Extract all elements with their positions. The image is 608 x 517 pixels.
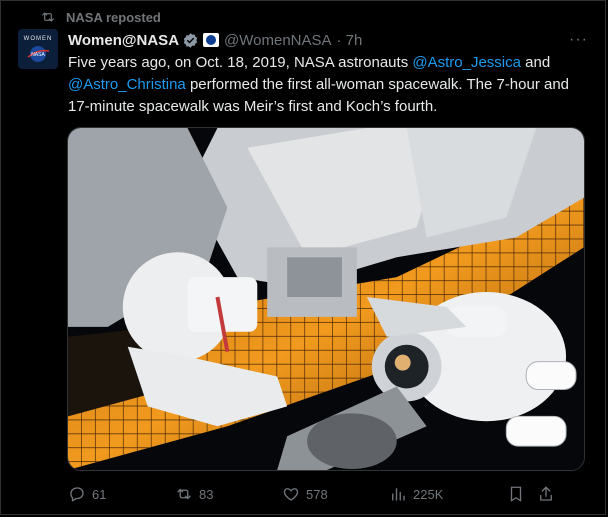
action-bar: 61 83 578 225K — [68, 482, 588, 506]
verified-badge-icon — [183, 32, 198, 48]
author-name[interactable]: Women@NASA — [68, 32, 179, 49]
repost-count: 83 — [199, 486, 214, 502]
spacewalk-photo — [68, 128, 584, 470]
share-button[interactable] — [537, 485, 557, 503]
reply-count: 61 — [92, 486, 107, 502]
like-button[interactable]: 578 — [282, 485, 389, 503]
share-icon — [540, 486, 552, 501]
repost-button[interactable]: 83 — [175, 485, 282, 503]
like-count: 578 — [306, 486, 328, 502]
post-time[interactable]: · 7h — [337, 32, 363, 49]
avatar[interactable]: WOMEN NASA — [18, 29, 58, 69]
bookmark-icon — [510, 486, 522, 502]
analytics-icon — [392, 488, 405, 501]
repost-label[interactable]: NASA reposted — [66, 10, 161, 25]
tweet-text: Five years ago, on Oct. 18, 2019, NASA a… — [68, 54, 570, 115]
repost-indicator: NASA reposted — [40, 9, 161, 25]
nasa-affiliation-icon[interactable] — [203, 33, 220, 47]
tweet-image[interactable] — [67, 127, 585, 471]
views-button[interactable]: 225K — [389, 485, 507, 503]
bookmark-button[interactable] — [507, 485, 537, 503]
tweet-header: Women@NASA @WomenNASA · 7h ··· — [68, 30, 588, 50]
svg-text:NASA: NASA — [31, 52, 45, 58]
repost-icon — [42, 12, 54, 22]
nasa-logo-icon: NASA — [27, 46, 50, 62]
reply-button[interactable]: 61 — [68, 485, 175, 503]
mention-link[interactable]: @Astro_Jessica — [412, 54, 521, 71]
reply-icon — [70, 487, 84, 502]
heart-icon — [283, 488, 299, 501]
repost-icon — [177, 488, 191, 500]
view-count: 225K — [413, 486, 444, 502]
more-options-icon[interactable]: ··· — [569, 31, 588, 49]
author-handle[interactable]: @WomenNASA — [224, 32, 331, 49]
mention-link[interactable]: @Astro_Christina — [68, 76, 186, 93]
